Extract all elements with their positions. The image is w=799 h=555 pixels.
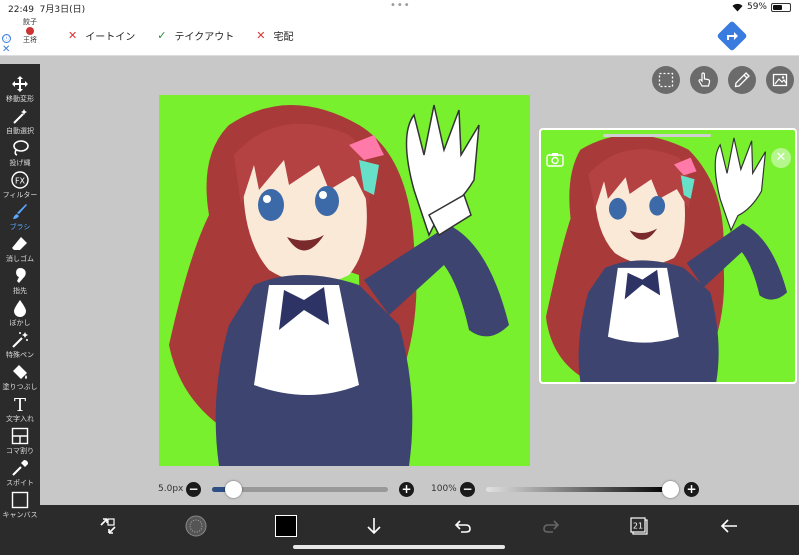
ad-banner[interactable]: ⓘ ✕ 餃子 王将 ✕ イートイン ✓ テイクアウト ✕ 宅配 bbox=[0, 16, 799, 56]
opacity-label: 100% bbox=[431, 484, 457, 494]
status-right: 59% bbox=[732, 2, 791, 12]
ad-item-takeout: ✓ テイクアウト bbox=[157, 29, 235, 43]
eraser-icon bbox=[12, 237, 27, 250]
tool-move-transform[interactable]: 移動変形 bbox=[0, 74, 40, 106]
bucket-icon bbox=[13, 365, 27, 379]
redo-icon bbox=[543, 520, 560, 533]
tool-eyedropper[interactable]: スポイト bbox=[0, 458, 40, 490]
lasso-icon bbox=[13, 140, 29, 156]
brush-size-knob[interactable] bbox=[224, 481, 242, 498]
smudge-icon bbox=[16, 268, 26, 283]
ad-item-delivery: ✕ 宅配 bbox=[256, 29, 294, 43]
available-icon: ✓ bbox=[157, 29, 167, 42]
arrow-left-icon bbox=[720, 519, 737, 533]
anime-girl-illustration bbox=[169, 104, 509, 466]
ad-item-eat-in: ✕ イートイン bbox=[68, 29, 136, 43]
tool-filter[interactable]: FX フィルター bbox=[0, 170, 40, 202]
tool-auto-select[interactable]: 自動選択 bbox=[0, 106, 40, 138]
tool-text[interactable]: T 文字入れ bbox=[0, 394, 40, 426]
quick-menu-button[interactable] bbox=[95, 513, 121, 539]
tool-special-pen[interactable]: 特殊ペン bbox=[0, 330, 40, 362]
layers-icon: 21 bbox=[630, 517, 648, 535]
unavailable-icon: ✕ bbox=[68, 29, 78, 42]
brush-texture-icon bbox=[185, 515, 207, 537]
opacity-slider[interactable] bbox=[486, 487, 670, 492]
status-bar: 22:49 7月3日(日) ••• 59% bbox=[0, 0, 799, 16]
selection-icon bbox=[658, 72, 674, 88]
tool-lasso[interactable]: 投げ縄 bbox=[0, 138, 40, 170]
reference-image-button[interactable] bbox=[766, 66, 794, 94]
magic-wand-icon bbox=[13, 109, 27, 124]
reference-window[interactable]: ✕ bbox=[539, 128, 797, 384]
wifi-icon bbox=[732, 3, 743, 11]
selection-button[interactable] bbox=[652, 66, 680, 94]
multitask-dots-icon[interactable]: ••• bbox=[390, 0, 411, 11]
canvas-icon bbox=[11, 491, 29, 509]
size-increase-button[interactable]: + bbox=[399, 482, 414, 497]
fx-icon: FX bbox=[11, 171, 29, 189]
arrow-down-icon bbox=[367, 518, 381, 535]
tool-eraser[interactable]: 消しゴム bbox=[0, 234, 40, 266]
reference-close-icon[interactable]: ✕ bbox=[771, 148, 791, 168]
tool-smudge[interactable]: 指先 bbox=[0, 266, 40, 298]
pen-mode-button[interactable] bbox=[728, 66, 756, 94]
unavailable-icon: ✕ bbox=[256, 29, 266, 42]
frame-divide-icon bbox=[11, 427, 29, 445]
directions-icon[interactable] bbox=[716, 20, 748, 52]
svg-text:T: T bbox=[14, 395, 26, 413]
brush-sliders: 5.0px − + 100% − + bbox=[40, 480, 799, 502]
opacity-knob[interactable] bbox=[661, 481, 679, 498]
svg-text:FX: FX bbox=[15, 177, 26, 186]
color-picker-button[interactable] bbox=[273, 513, 299, 539]
brush-preview-button[interactable] bbox=[183, 513, 209, 539]
ad-service-list: ✕ イートイン ✓ テイクアウト ✕ 宅配 bbox=[68, 28, 293, 43]
drawing-canvas[interactable] bbox=[159, 95, 530, 466]
special-pen-icon bbox=[12, 332, 28, 348]
battery-percent: 59% bbox=[746, 2, 767, 12]
reference-illustration bbox=[545, 134, 788, 382]
tool-brush[interactable]: ブラシ bbox=[0, 202, 40, 234]
eyedropper-icon bbox=[12, 460, 28, 476]
opacity-decrease-button[interactable]: − bbox=[460, 482, 475, 497]
touch-mode-button[interactable] bbox=[690, 66, 718, 94]
tool-canvas[interactable]: キャンバス bbox=[0, 490, 40, 522]
ad-logo: 餃子 王将 bbox=[23, 18, 37, 44]
status-time: 22:49 7月3日(日) bbox=[8, 5, 86, 15]
tool-fill[interactable]: 塗りつぶし bbox=[0, 362, 40, 394]
download-button[interactable] bbox=[361, 513, 387, 539]
redo-button[interactable] bbox=[538, 513, 564, 539]
current-color-swatch bbox=[275, 515, 297, 537]
back-button[interactable] bbox=[716, 513, 742, 539]
tool-frame-divide[interactable]: コマ割り bbox=[0, 426, 40, 458]
layers-button[interactable]: 21 bbox=[626, 513, 652, 539]
undo-button[interactable] bbox=[450, 513, 476, 539]
pen-tip-icon bbox=[734, 72, 750, 88]
size-decrease-button[interactable]: − bbox=[186, 482, 201, 497]
transform-arrows-icon bbox=[100, 518, 116, 534]
tool-sidebar: 移動変形 自動選択 投げ縄 FX フィルター ブラシ 消しゴム 指先 ぼかし 特… bbox=[0, 64, 40, 555]
hand-touch-icon bbox=[698, 72, 711, 87]
layers-count: 21 bbox=[633, 522, 643, 531]
battery-icon bbox=[771, 2, 791, 12]
ad-close-icon[interactable]: ✕ bbox=[2, 44, 10, 55]
brush-icon bbox=[13, 204, 27, 219]
text-icon: T bbox=[14, 395, 26, 416]
image-reference-icon bbox=[772, 73, 788, 87]
move-icon bbox=[12, 76, 28, 92]
reference-drag-handle[interactable] bbox=[603, 134, 711, 137]
undo-icon bbox=[454, 520, 471, 533]
opacity-increase-button[interactable]: + bbox=[684, 482, 699, 497]
blur-drop-icon bbox=[14, 300, 26, 317]
brush-size-label: 5.0px bbox=[158, 484, 184, 494]
ad-info-icon[interactable]: ⓘ bbox=[2, 34, 11, 43]
home-indicator[interactable] bbox=[293, 545, 505, 549]
camera-icon[interactable] bbox=[545, 150, 565, 170]
tool-blur[interactable]: ぼかし bbox=[0, 298, 40, 330]
